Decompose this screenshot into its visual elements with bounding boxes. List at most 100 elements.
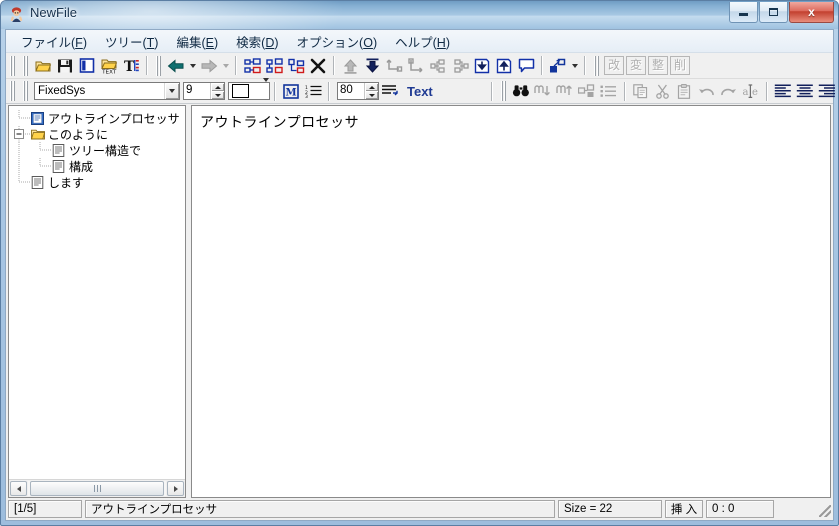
menu-file-post: ) xyxy=(82,35,87,50)
menu-options-post: ) xyxy=(372,35,378,50)
chevron-down-icon xyxy=(263,78,269,99)
scroll-track[interactable] xyxy=(28,481,166,496)
navigate-back-icon[interactable] xyxy=(165,55,187,76)
font-color-picker[interactable] xyxy=(228,78,270,100)
navigate-forward-dropdown xyxy=(220,55,231,76)
menu-item-options[interactable]: オプション(O) xyxy=(288,30,387,53)
wrap-width-increment[interactable] xyxy=(365,83,378,91)
scroll-left-icon[interactable] xyxy=(10,481,27,496)
minimize-button[interactable] xyxy=(729,2,758,23)
tree-node-0[interactable]: アウトラインプロセッサ xyxy=(9,110,185,126)
navigate-back-dropdown[interactable] xyxy=(187,55,198,76)
save-file-icon[interactable] xyxy=(54,55,76,76)
window-panel-icon[interactable] xyxy=(76,55,98,76)
add-sibling-node-icon[interactable] xyxy=(241,55,263,76)
tree-node-4[interactable]: します xyxy=(9,174,185,190)
svg-text:3: 3 xyxy=(305,94,308,98)
align-right-icon[interactable] xyxy=(816,81,838,102)
menu-item-help[interactable]: ヘルプ(H) xyxy=(386,30,459,53)
font-name-combo[interactable]: FixedSys xyxy=(34,82,180,100)
node-properties-dropdown[interactable] xyxy=(569,55,580,76)
font-name-dropdown-arrow[interactable] xyxy=(164,83,179,99)
window-controls: x xyxy=(728,2,834,23)
format-separator-1 xyxy=(274,81,276,101)
tree-node-2[interactable]: ツリー構造で xyxy=(9,142,185,158)
move-node-down-icon[interactable] xyxy=(361,55,383,76)
open-file-icon[interactable] xyxy=(32,55,54,76)
text-editor-area[interactable]: アウトラインプロセッサ xyxy=(191,105,831,498)
kanji-button-kai[interactable]: 改 xyxy=(604,56,624,75)
tree-node-label: 構成 xyxy=(69,159,94,174)
find-icon[interactable] xyxy=(510,81,532,102)
svg-text:M: M xyxy=(285,87,296,98)
wrap-width-decrement[interactable] xyxy=(365,91,378,99)
maximize-button[interactable] xyxy=(759,2,788,23)
format-toolbar-grip-3[interactable] xyxy=(499,81,508,101)
menu-file-pre: ファイル( xyxy=(21,35,76,50)
insert-node-icon[interactable] xyxy=(285,55,307,76)
scroll-right-icon[interactable] xyxy=(167,481,184,496)
status-bar: [1/5] アウトラインプロセッサ Size = 22 挿 入 0 : 0 xyxy=(6,498,833,520)
window-title: NewFile xyxy=(30,5,77,20)
status-resize-grip[interactable] xyxy=(777,500,833,518)
format-toolbar-grip-1[interactable] xyxy=(9,81,17,101)
document-icon xyxy=(31,111,44,125)
tree-horizontal-scrollbar[interactable] xyxy=(9,479,185,497)
indent-wrap-icon[interactable] xyxy=(379,81,401,102)
kanji-button-saku[interactable]: 削 xyxy=(670,56,690,75)
toolbar-grip-3[interactable] xyxy=(155,55,163,76)
status-cursor-position: 0 : 0 xyxy=(706,500,774,518)
menu-tree-post: ) xyxy=(154,35,159,50)
main-content-area: アウトラインプロセッサ このように ツリー構造で 構成 します アウトラインプロ… xyxy=(6,104,833,498)
menu-item-tree[interactable]: ツリー(T) xyxy=(96,30,167,53)
kanji-button-hen[interactable]: 変 xyxy=(626,56,646,75)
close-icon: x xyxy=(808,5,815,19)
menu-item-edit[interactable]: 編集(E) xyxy=(167,30,227,53)
wrap-width-spin-buttons[interactable] xyxy=(364,83,378,99)
spellcheck-icon: a e xyxy=(740,81,762,102)
tree-expander-minus[interactable] xyxy=(9,126,31,142)
undo-icon xyxy=(696,81,718,102)
toolbar-separator-3 xyxy=(333,56,335,75)
expand-tree-icon xyxy=(449,55,471,76)
numbered-list-icon[interactable]: 1 2 3 xyxy=(302,81,324,102)
format-toolbar-grip-2[interactable] xyxy=(22,81,30,101)
font-size-increment[interactable] xyxy=(211,83,224,91)
scroll-thumb[interactable] xyxy=(30,481,164,496)
tree-node-3[interactable]: 構成 xyxy=(9,158,185,174)
svg-text:a: a xyxy=(742,87,748,98)
client-area: ファイル(F) ツリー(T) 編集(E) 検索(D) オプション(O) ヘルプ(… xyxy=(5,29,835,521)
wrap-width-stepper[interactable]: 80 xyxy=(337,82,379,100)
font-format-icon[interactable]: T xyxy=(120,55,142,76)
toolbar-grip-2[interactable] xyxy=(22,55,30,76)
toolbar-separator-4 xyxy=(541,56,543,75)
toolbar-grip-4[interactable] xyxy=(593,55,601,76)
menu-item-file[interactable]: ファイル(F) xyxy=(12,30,96,53)
outline-tree-panel[interactable]: アウトラインプロセッサ このように ツリー構造で 構成 します xyxy=(8,105,186,498)
delete-node-icon[interactable] xyxy=(307,55,329,76)
menu-bar: ファイル(F) ツリー(T) 編集(E) 検索(D) オプション(O) ヘルプ(… xyxy=(6,30,833,53)
menu-help-key: H xyxy=(436,35,446,50)
menu-item-search[interactable]: 検索(D) xyxy=(227,30,287,53)
node-properties-icon[interactable] xyxy=(547,55,569,76)
menu-edit-key: E xyxy=(205,35,214,50)
font-size-spin-buttons[interactable] xyxy=(210,83,224,99)
chevron-down-icon xyxy=(169,89,175,93)
tree-node-1[interactable]: このように xyxy=(9,126,185,142)
add-child-node-icon[interactable] xyxy=(263,55,285,76)
tree-body[interactable]: アウトラインプロセッサ このように ツリー構造で 構成 します xyxy=(9,106,185,479)
import-node-icon[interactable] xyxy=(471,55,493,76)
bold-marker-icon[interactable]: M xyxy=(280,81,302,102)
align-left-icon[interactable] xyxy=(772,81,794,102)
kanji-button-sei[interactable]: 整 xyxy=(648,56,668,75)
main-toolbar: TEXT T 改 変 整 削 xyxy=(6,53,833,79)
comment-icon[interactable] xyxy=(515,55,537,76)
font-size-decrement[interactable] xyxy=(211,91,224,99)
close-button[interactable]: x xyxy=(789,2,834,23)
export-node-icon[interactable] xyxy=(493,55,515,76)
open-text-icon[interactable]: TEXT xyxy=(98,55,120,76)
font-color-dropdown-arrow[interactable] xyxy=(263,78,269,100)
toolbar-grip-1[interactable] xyxy=(9,55,17,76)
font-size-stepper[interactable]: 9 xyxy=(183,82,225,100)
align-center-icon[interactable] xyxy=(794,81,816,102)
